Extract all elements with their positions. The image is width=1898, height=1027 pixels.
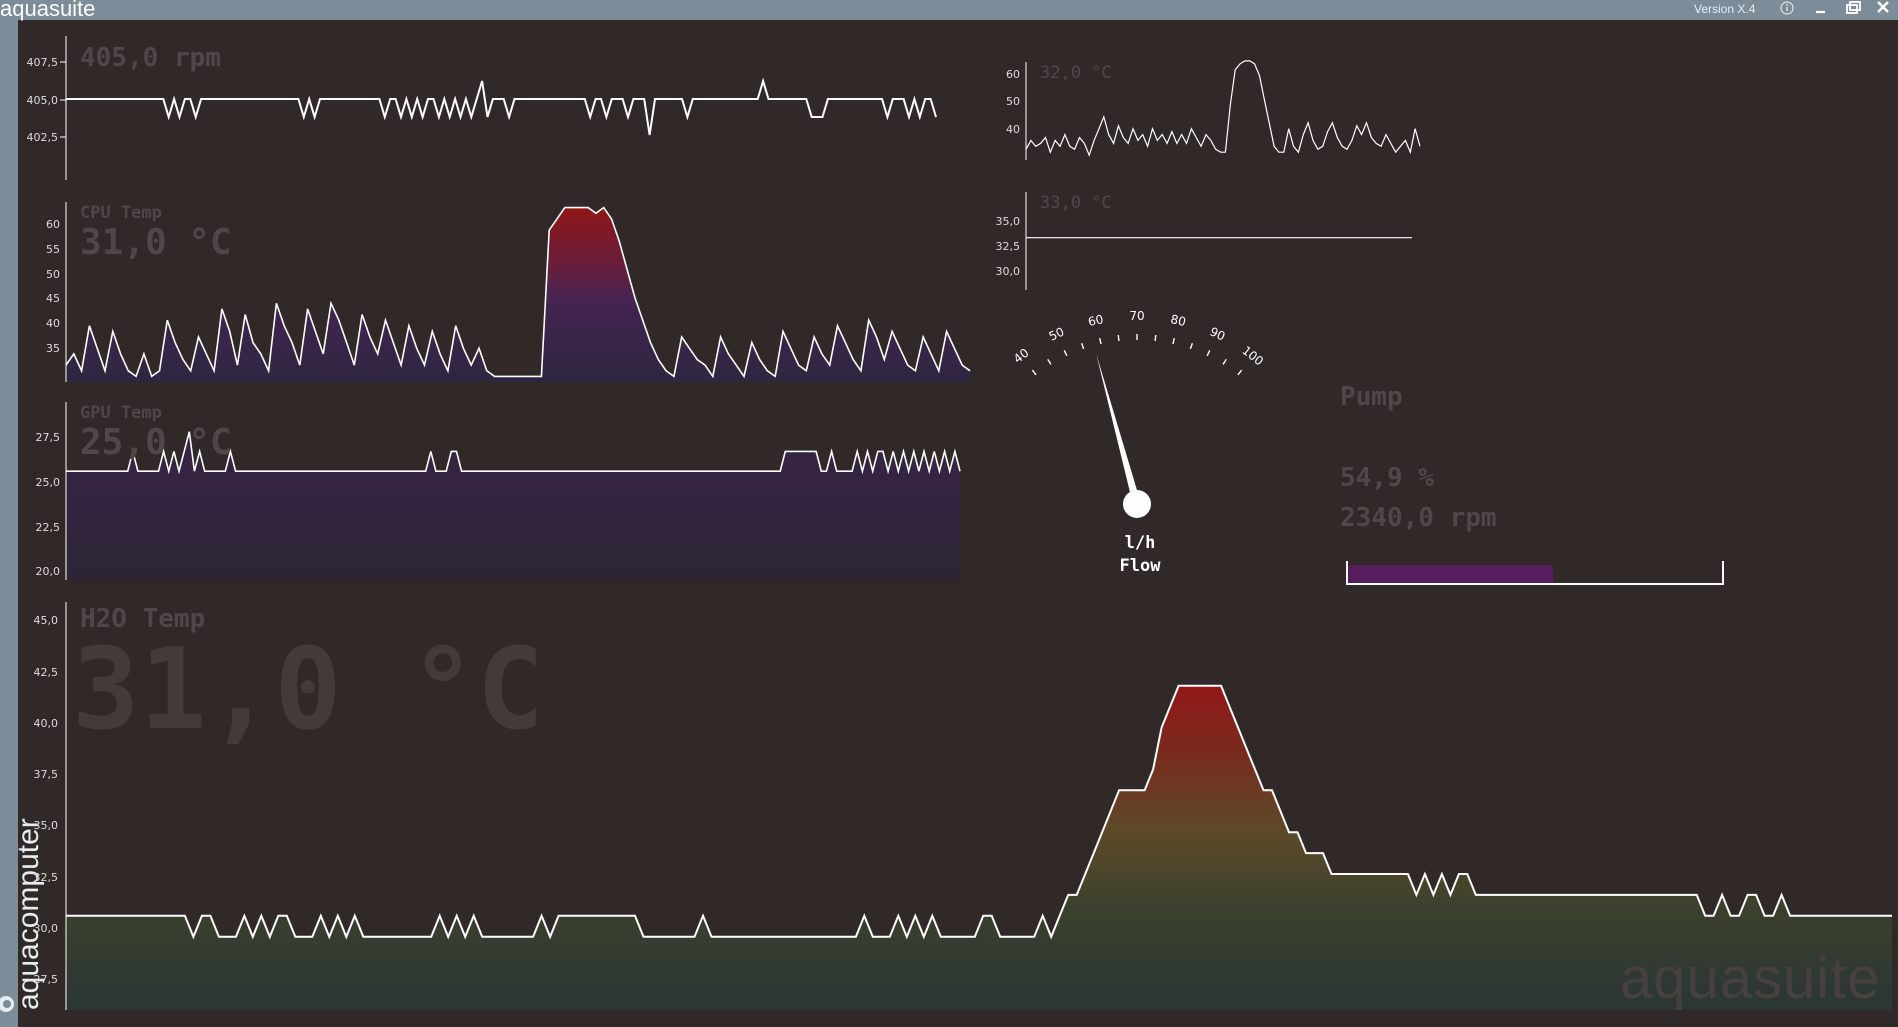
fan-tick-label: 405,0 [27, 94, 59, 107]
flow-gauge: 40 50 60 70 80 90 100 l/h Flow [1011, 309, 1266, 576]
cpu-tick-label: 50 [46, 268, 60, 281]
temp1-panel: 32,0 °C 60 50 40 [1006, 60, 1421, 160]
temp1-tick-label: 40 [1006, 123, 1020, 136]
flow-tick [1206, 350, 1211, 357]
h2o-panel: H2O Temp 31,0 °C 45,0 42,5 40,0 37,5 35,… [34, 602, 1892, 1010]
temp2-tick-label: 30,0 [996, 265, 1021, 278]
cpu-value: 31,0 °C [80, 222, 232, 263]
flow-tick [1154, 334, 1157, 342]
flow-label: Flow [1120, 556, 1162, 576]
h2o-tick-label: 45,0 [34, 614, 59, 627]
h2o-tick-label: 35,0 [34, 819, 59, 832]
cpu-label: CPU Temp [80, 203, 162, 223]
temp2-panel: 33,0 °C 35,0 32,5 30,0 [996, 192, 1412, 290]
gpu-label: GPU Temp [80, 403, 162, 423]
flow-tick [1031, 369, 1037, 376]
pump-bar [1346, 561, 1724, 585]
temp2-tick-label: 32,5 [996, 240, 1021, 253]
flow-scale-label: 90 [1208, 324, 1228, 343]
flow-needle-hub [1123, 490, 1151, 518]
fan-series-line [66, 77, 937, 136]
gpu-tick-label: 22,5 [36, 521, 61, 534]
temp1-tick-label: 50 [1006, 95, 1020, 108]
flow-tick [1172, 337, 1175, 345]
flow-scale-label: 80 [1169, 312, 1187, 329]
h2o-tick-label: 30,0 [34, 922, 59, 935]
pump-bar-fill [1348, 565, 1554, 583]
dashboard-canvas: 405,0 rpm 407,5 405,0 402,5 CPU Temp 31,… [27, 36, 1892, 1010]
h2o-tick-label: 42,5 [34, 666, 59, 679]
cpu-tick-label: 45 [46, 292, 60, 305]
cpu-ticks: 60 55 50 45 40 35 [46, 218, 60, 355]
flow-scale: 40 50 60 70 80 90 100 [1011, 309, 1266, 376]
gpu-panel: GPU Temp 25,0 °C 27,5 25,0 22,5 20,0 [36, 402, 961, 580]
h2o-tick-label: 27,5 [34, 973, 59, 986]
gpu-tick-label: 27,5 [36, 431, 61, 444]
flow-scale-label: 50 [1047, 324, 1067, 343]
pump-panel: Pump 54,9 % 2340,0 rpm [1340, 382, 1497, 533]
flow-needle [1096, 353, 1141, 506]
cpu-tick-label: 55 [46, 243, 60, 256]
flow-scale-label: 100 [1239, 343, 1266, 368]
pump-label: Pump [1340, 382, 1403, 412]
flow-scale-label: 60 [1087, 312, 1105, 329]
gpu-tick-label: 20,0 [36, 565, 61, 578]
flow-unit: l/h [1125, 533, 1156, 553]
flow-scale-label: 40 [1011, 346, 1032, 366]
flow-tick [1047, 358, 1052, 365]
flow-tick [1222, 358, 1227, 365]
h2o-tick-label: 32,5 [34, 871, 59, 884]
cpu-panel: CPU Temp 31,0 °C 60 55 50 45 40 35 [46, 202, 971, 382]
fan-tick-label: 407,5 [27, 56, 59, 69]
h2o-value: 31,0 °C [72, 625, 544, 755]
flow-tick [1063, 350, 1068, 357]
flow-tick [1099, 337, 1102, 345]
flow-tick [1189, 343, 1194, 350]
flow-tick [1117, 334, 1120, 342]
fan-value: 405,0 rpm [80, 43, 221, 73]
gpu-value: 25,0 °C [80, 422, 232, 463]
temp1-tick-label: 60 [1006, 68, 1020, 81]
fan-tick-label: 402,5 [27, 131, 59, 144]
h2o-ticks: 45,0 42,5 40,0 37,5 35,0 32,5 30,0 27,5 [34, 614, 59, 986]
watermark-label: aquasuite [1620, 946, 1881, 1011]
cpu-tick-label: 60 [46, 218, 60, 231]
h2o-tick-label: 37,5 [34, 768, 59, 781]
flow-tick [1080, 343, 1085, 350]
temp1-value: 32,0 °C [1040, 63, 1112, 83]
pump-percent: 54,9 % [1340, 463, 1434, 493]
h2o-tick-label: 40,0 [34, 717, 59, 730]
flow-tick [1237, 369, 1243, 376]
gpu-tick-label: 25,0 [36, 476, 61, 489]
cpu-tick-label: 40 [46, 317, 60, 330]
cpu-tick-label: 35 [46, 342, 60, 355]
temp2-value: 33,0 °C [1040, 193, 1112, 213]
flow-scale-label: 70 [1129, 309, 1144, 323]
pump-rpm: 2340,0 rpm [1340, 503, 1497, 533]
fan-ticks: 407,5 405,0 402,5 [27, 56, 66, 144]
gpu-ticks: 27,5 25,0 22,5 20,0 [36, 431, 61, 578]
temp2-tick-label: 35,0 [996, 215, 1021, 228]
fan-panel: 405,0 rpm 407,5 405,0 402,5 [27, 36, 937, 180]
